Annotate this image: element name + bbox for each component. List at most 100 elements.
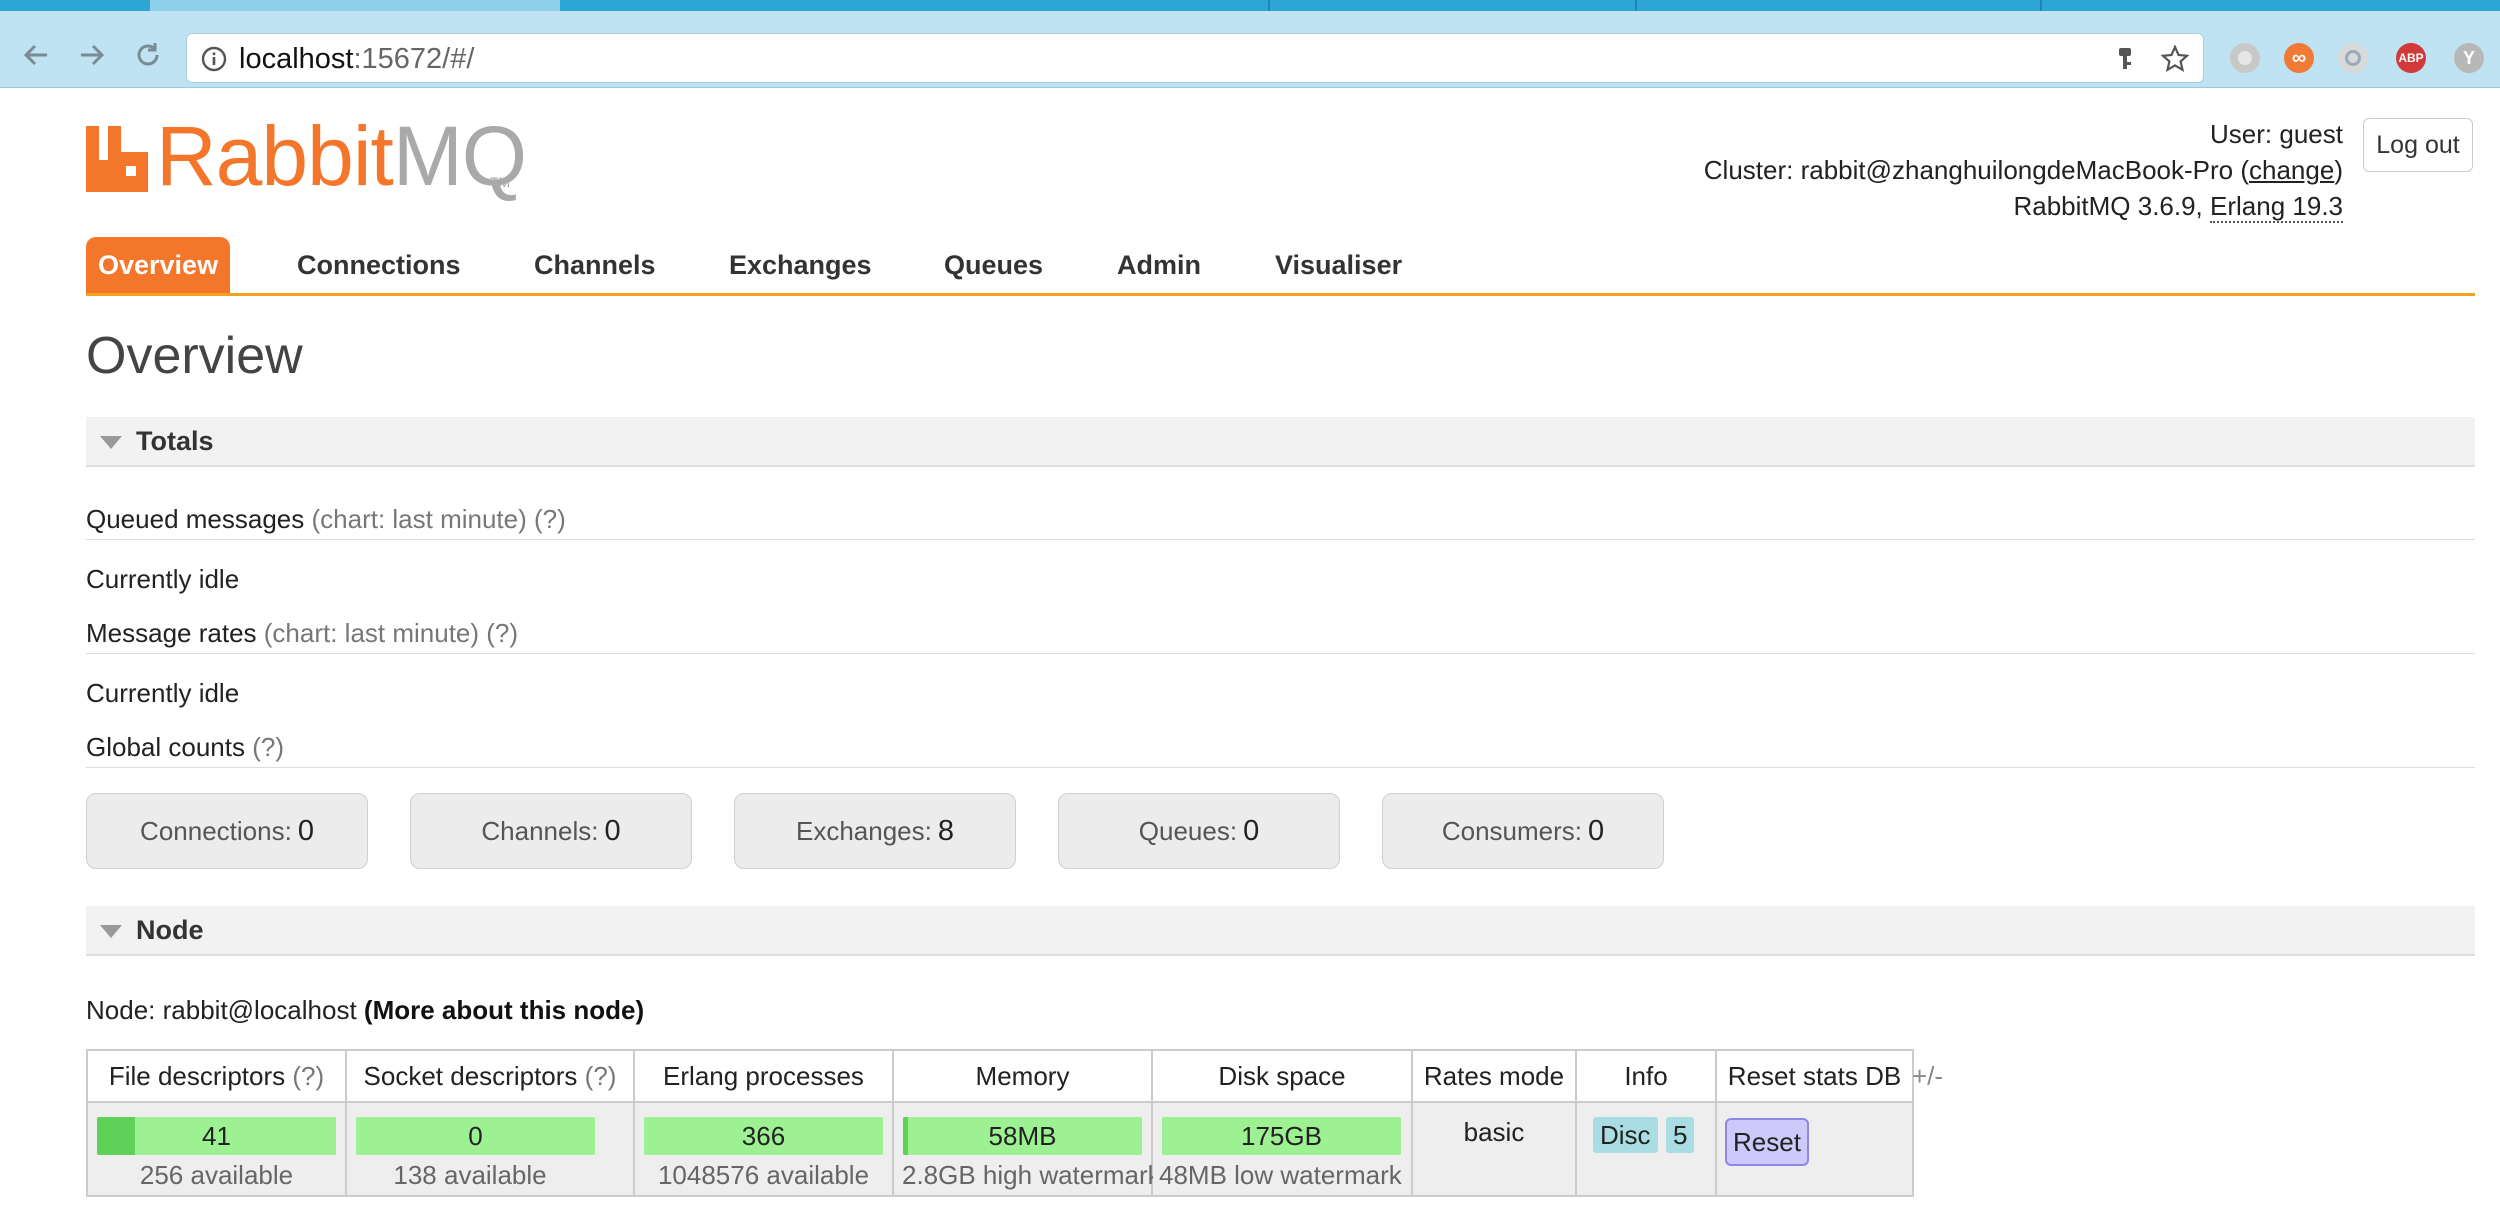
extension-gray-circle-icon[interactable]	[2230, 43, 2260, 73]
global-counts-help[interactable]: (?)	[252, 732, 284, 762]
version-line: RabbitMQ 3.6.9, Erlang 19.3	[1704, 188, 2343, 224]
info-icon[interactable]	[201, 46, 227, 77]
star-icon[interactable]	[2161, 45, 2189, 73]
exchanges-count-button[interactable]: Exchanges: 8	[734, 793, 1016, 869]
erlang-processes-available: 1048576 available	[657, 1160, 870, 1190]
disk-space-low-watermark: 48MB low watermark	[1159, 1160, 1402, 1190]
cluster-line: Cluster: rabbit@zhanghuilongdeMacBook-Pr…	[1703, 155, 2343, 185]
disk-space-cell: 175GB 48MB low watermark	[1151, 1101, 1413, 1197]
tab-overview[interactable]: Overview	[86, 237, 231, 293]
memory-used: 58MB	[988, 1121, 1057, 1151]
adblock-plus-icon[interactable]: ABP	[2396, 43, 2426, 73]
column-erlang-processes: Erlang processes	[633, 1049, 894, 1103]
collapse-triangle-icon	[100, 925, 122, 938]
address-bar[interactable]: localhost:15672/#/	[186, 33, 2204, 83]
column-socket-descriptors: Socket descriptors (?)	[345, 1049, 635, 1103]
divider	[86, 653, 2475, 654]
socket-descriptors-bar: 0	[356, 1117, 595, 1155]
rabbitmq-logo[interactable]: RabbitMQ TM	[86, 114, 527, 198]
logout-button[interactable]: Log out	[2363, 118, 2473, 172]
queued-messages-label: Queued messages (chart: last minute) (?)	[86, 503, 566, 535]
user-name: guest	[2279, 119, 2343, 149]
info-count-badge: 5	[1666, 1117, 1695, 1153]
logo-trademark: TM	[490, 174, 511, 190]
url-path: :15672/#/	[353, 43, 475, 75]
rabbitmq-version: RabbitMQ 3.6.9,	[2013, 191, 2203, 221]
socket-descriptors-cell: 0 138 available	[345, 1101, 635, 1197]
extension-infinity-icon[interactable]: ∞	[2284, 43, 2314, 73]
erlang-processes-used: 366	[741, 1121, 786, 1151]
tab-channels[interactable]: Channels	[534, 237, 656, 293]
rates-mode-cell: basic	[1411, 1101, 1577, 1197]
node-line: Node: rabbit@localhost (More about this …	[86, 994, 644, 1026]
divider	[86, 539, 2475, 540]
queued-messages-status: Currently idle	[86, 564, 240, 594]
connections-count-button[interactable]: Connections: 0	[86, 793, 368, 869]
memory-high-watermark: 2.8GB high watermark	[902, 1160, 1161, 1190]
channels-count-button[interactable]: Channels: 0	[410, 793, 692, 869]
consumers-count-button[interactable]: Consumers: 0	[1382, 793, 1664, 869]
node-section-header[interactable]: Node	[86, 906, 2475, 956]
file-descriptors-bar: 41	[97, 1117, 336, 1155]
node-title: Node	[136, 915, 204, 945]
message-rates-hint[interactable]: (chart: last minute) (?)	[264, 618, 518, 648]
socket-descriptors-help[interactable]: (?)	[585, 1061, 617, 1091]
totals-section-header[interactable]: Totals	[86, 417, 2475, 467]
user-info: User: guest Cluster: rabbit@zhanghuilong…	[1704, 116, 2343, 224]
message-rates-label: Message rates (chart: last minute) (?)	[86, 617, 518, 649]
column-label: Socket descriptors	[363, 1060, 578, 1091]
tab-separator	[1268, 0, 1270, 11]
disc-badge: Disc	[1593, 1117, 1658, 1153]
extension-swirl-icon[interactable]	[2338, 43, 2368, 73]
browser-toolbar: localhost:15672/#/ ∞ ABP Y	[0, 11, 2500, 88]
user-label: User:	[2210, 119, 2273, 149]
tab-queues[interactable]: Queues	[944, 237, 1043, 293]
info-cell: Disc 5	[1575, 1101, 1717, 1197]
tab-separator	[2040, 0, 2042, 11]
column-info: Info	[1575, 1049, 1717, 1103]
memory-cell: 58MB 2.8GB high watermark	[892, 1101, 1161, 1197]
tab-separator	[1635, 0, 1637, 11]
tab-connections[interactable]: Connections	[297, 237, 461, 293]
table-header-row: File descriptors (?) Socket descriptors …	[86, 1049, 1914, 1103]
page-title: Overview	[86, 327, 303, 385]
file-descriptors-help[interactable]: (?)	[292, 1061, 324, 1091]
cluster-label: Cluster:	[1703, 155, 1794, 185]
column-label: File descriptors	[108, 1060, 286, 1091]
count-value: 0	[1243, 814, 1260, 847]
browser-active-tab[interactable]	[150, 0, 560, 11]
collapse-triangle-icon	[100, 436, 122, 449]
global-counts-text: Global counts	[86, 732, 245, 762]
queues-count-button[interactable]: Queues: 0	[1058, 793, 1340, 869]
file-descriptors-cell: 41 256 available	[86, 1101, 347, 1197]
erlang-processes-cell: 366 1048576 available	[633, 1101, 894, 1197]
cluster-name: rabbit@zhanghuilongdeMacBook-Pro	[1800, 155, 2234, 185]
key-icon[interactable]	[2111, 45, 2139, 73]
forward-icon[interactable]	[72, 35, 112, 75]
count-label: Consumers:	[1441, 815, 1582, 846]
column-reset-stats-db: Reset stats DB	[1715, 1049, 1914, 1103]
node-label: Node:	[86, 995, 156, 1025]
erlang-version[interactable]: Erlang 19.3	[2210, 191, 2343, 223]
socket-descriptors-available: 138 available	[393, 1160, 547, 1190]
node-stats-table: File descriptors (?) Socket descriptors …	[86, 1049, 1914, 1197]
count-value: 0	[604, 814, 621, 847]
url-text[interactable]: localhost:15672/#/	[239, 44, 474, 74]
back-icon[interactable]	[16, 35, 56, 75]
toggle-columns-button[interactable]: +/-	[1912, 1061, 1943, 1092]
rates-mode-value: basic	[1463, 1117, 1525, 1147]
tab-exchanges[interactable]: Exchanges	[729, 237, 872, 293]
reset-stats-button[interactable]: Reset	[1725, 1118, 1809, 1166]
message-rates-status: Currently idle	[86, 678, 240, 708]
reload-icon[interactable]	[128, 35, 168, 75]
extension-y-icon[interactable]: Y	[2454, 43, 2484, 73]
queued-messages-hint[interactable]: (chart: last minute) (?)	[311, 504, 565, 534]
column-disk-space: Disk space	[1151, 1049, 1413, 1103]
count-label: Channels:	[481, 815, 599, 846]
more-about-node-link[interactable]: (More about this node)	[364, 995, 644, 1025]
column-memory: Memory	[892, 1049, 1153, 1103]
tab-visualiser[interactable]: Visualiser	[1275, 237, 1402, 293]
change-cluster-link[interactable]: change	[2249, 155, 2334, 185]
tab-admin[interactable]: Admin	[1117, 237, 1201, 293]
count-label: Exchanges:	[795, 815, 932, 846]
